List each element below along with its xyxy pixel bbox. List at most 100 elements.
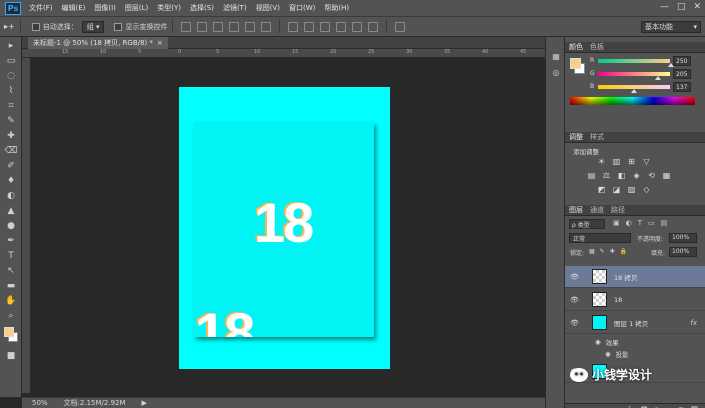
history-brush-tool-icon[interactable]: ♦: [4, 175, 18, 187]
move-tool-icon[interactable]: ▸: [4, 40, 18, 52]
shape-tool-icon[interactable]: ▬: [4, 280, 18, 292]
invert-icon[interactable]: ◩: [597, 185, 606, 194]
tab-color[interactable]: 颜色: [569, 42, 583, 52]
number-text-corner[interactable]: 18: [195, 304, 255, 337]
blend-mode-dropdown[interactable]: 正常: [569, 233, 631, 243]
tab-swatches[interactable]: 色板: [590, 42, 604, 52]
fx-badge[interactable]: fx: [690, 319, 697, 327]
align-hcenter-icon[interactable]: [245, 21, 256, 32]
align-vcenter-icon[interactable]: [197, 21, 208, 32]
tab-layers[interactable]: 图层: [569, 205, 583, 215]
threshold-icon[interactable]: ▨: [627, 185, 636, 194]
layer-row-18-copy[interactable]: 👁 18 拷贝: [565, 266, 705, 288]
eyedropper-tool-icon[interactable]: ✎: [4, 115, 18, 127]
eraser-tool-icon[interactable]: ◐: [4, 190, 18, 202]
filter-adjust-icon[interactable]: ◐: [626, 219, 632, 227]
align-left-icon[interactable]: [229, 21, 240, 32]
fill-field[interactable]: 100%: [669, 247, 697, 257]
lock-transparent-icon[interactable]: ▦: [589, 248, 595, 255]
eye-icon[interactable]: ◉: [605, 350, 611, 358]
quick-select-tool-icon[interactable]: ⌇: [4, 85, 18, 97]
healing-brush-tool-icon[interactable]: ✚: [4, 130, 18, 142]
blue-value-field[interactable]: 137: [673, 82, 691, 92]
auto-align-icon[interactable]: [395, 21, 406, 32]
levels-icon[interactable]: ▥: [612, 157, 621, 166]
layer-filter-dropdown[interactable]: ρ 类型: [569, 219, 605, 229]
blur-tool-icon[interactable]: ●: [4, 220, 18, 232]
close-tab-icon[interactable]: ×: [157, 39, 163, 47]
layer-row-18[interactable]: 👁 18: [565, 289, 705, 311]
distribute-top-icon[interactable]: [288, 21, 299, 32]
lasso-tool-icon[interactable]: ◌: [4, 70, 18, 82]
align-bottom-icon[interactable]: [213, 21, 224, 32]
exposure-icon[interactable]: ▽: [642, 157, 651, 166]
vibrance-icon[interactable]: ▤: [587, 171, 596, 180]
maximize-icon[interactable]: □: [677, 2, 686, 12]
distribute-left-icon[interactable]: [336, 21, 347, 32]
photo-filter-icon[interactable]: ◈: [632, 171, 641, 180]
filter-type-icon[interactable]: T: [638, 219, 642, 227]
color-spectrum[interactable]: [570, 97, 695, 105]
foreground-color-swatch[interactable]: [4, 327, 14, 337]
clone-stamp-tool-icon[interactable]: ✐: [4, 160, 18, 172]
visibility-eye-icon[interactable]: 👁: [570, 273, 580, 281]
red-value-field[interactable]: 250: [673, 56, 691, 66]
layer-row-layer1-copy[interactable]: 👁 图层 1 拷贝 fx: [565, 312, 705, 334]
marquee-tool-icon[interactable]: ▭: [4, 55, 18, 67]
tab-adjustments[interactable]: 调整: [569, 132, 583, 142]
filter-smart-icon[interactable]: ▤: [661, 219, 668, 227]
green-value-field[interactable]: 205: [673, 69, 691, 79]
dodge-tool-icon[interactable]: ✒: [4, 235, 18, 247]
menu-image[interactable]: 图像(I): [94, 3, 116, 13]
quick-mask-icon[interactable]: ■: [4, 350, 18, 362]
selective-color-icon[interactable]: ◇: [642, 185, 651, 194]
properties-panel-icon[interactable]: ◎: [550, 67, 562, 77]
tab-channels[interactable]: 通道: [590, 205, 604, 215]
foreground-color-swatch[interactable]: [570, 58, 581, 69]
document-tab[interactable]: 未标题-1 @ 50% (18 拷贝, RGB/8) * ×: [28, 37, 168, 49]
drop-shadow-row[interactable]: ◉ 投影: [565, 348, 705, 359]
auto-select-dropdown[interactable]: 组 ▾: [81, 20, 105, 33]
posterize-icon[interactable]: ◪: [612, 185, 621, 194]
color-balance-icon[interactable]: ⚖: [602, 171, 611, 180]
workspace-dropdown[interactable]: 基本功能 ▾: [641, 21, 701, 33]
color-lookup-icon[interactable]: ▦: [662, 171, 671, 180]
move-tool-preset-icon[interactable]: ▸+: [4, 22, 15, 31]
zoom-tool-icon[interactable]: ⌕: [4, 310, 18, 322]
align-top-icon[interactable]: [181, 21, 192, 32]
visibility-eye-icon[interactable]: 👁: [570, 296, 580, 304]
menu-window[interactable]: 窗口(W): [289, 3, 315, 13]
menu-layer[interactable]: 图层(L): [125, 3, 148, 13]
menu-type[interactable]: 类型(Y): [157, 3, 181, 13]
filter-shape-icon[interactable]: ▭: [648, 219, 655, 227]
visibility-eye-icon[interactable]: 👁: [570, 319, 580, 327]
show-transform-checkbox[interactable]: [114, 22, 123, 31]
curves-icon[interactable]: ⊞: [627, 157, 636, 166]
effects-row[interactable]: ◉ 效果: [565, 336, 705, 347]
status-menu-icon[interactable]: ▶: [142, 399, 147, 407]
crop-tool-icon[interactable]: ⌗: [4, 100, 18, 112]
distribute-bottom-icon[interactable]: [320, 21, 331, 32]
green-slider-knob[interactable]: [655, 76, 661, 80]
eye-icon[interactable]: ◉: [595, 338, 601, 346]
menu-select[interactable]: 选择(S): [190, 3, 214, 13]
tab-paths[interactable]: 路径: [611, 205, 625, 215]
path-select-tool-icon[interactable]: ↖: [4, 265, 18, 277]
brightness-icon[interactable]: ☀: [597, 157, 606, 166]
type-tool-icon[interactable]: T: [4, 250, 18, 262]
menu-file[interactable]: 文件(F): [29, 3, 53, 13]
lock-move-icon[interactable]: ✚: [610, 248, 615, 255]
channel-mixer-icon[interactable]: ⟲: [647, 171, 656, 180]
lock-all-icon[interactable]: 🔒: [620, 248, 627, 255]
brush-tool-icon[interactable]: ⌫: [4, 145, 18, 157]
black-white-icon[interactable]: ◧: [617, 171, 626, 180]
align-right-icon[interactable]: [261, 21, 272, 32]
horizontal-ruler[interactable]: 15 10 5 0 5 10 15 20 25 30 35 40 45: [22, 49, 545, 58]
lock-paint-icon[interactable]: ✎: [600, 248, 605, 255]
auto-select-checkbox[interactable]: [31, 22, 40, 31]
close-icon[interactable]: ✕: [693, 2, 701, 12]
red-slider[interactable]: [598, 59, 670, 63]
zoom-level[interactable]: 50%: [32, 399, 48, 407]
tab-styles[interactable]: 样式: [590, 132, 604, 142]
gradient-tool-icon[interactable]: ▲: [4, 205, 18, 217]
